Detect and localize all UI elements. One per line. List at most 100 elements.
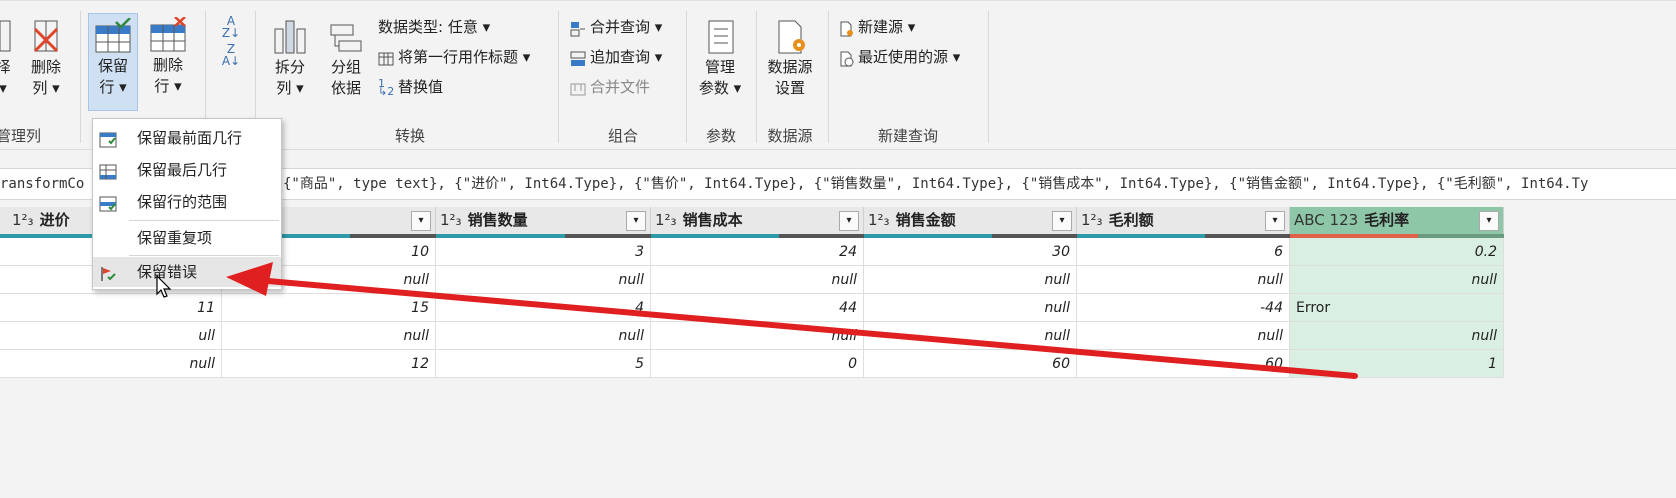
menu-item-keep-duplicates[interactable]: 保留重复项 bbox=[93, 223, 281, 253]
formula-prefix: ransformCo bbox=[0, 176, 85, 192]
remove-rows-arrow: 行 ▾ bbox=[154, 77, 182, 95]
merge-queries-button[interactable]: 合并查询 ▾ bbox=[570, 15, 662, 39]
choose-columns-label: 择 bbox=[0, 58, 11, 76]
table-cell[interactable]: null bbox=[222, 322, 436, 350]
remove-rows-button[interactable]: 删除 行 ▾ bbox=[146, 16, 190, 97]
replace-values-icon: 1 ↳2 bbox=[378, 76, 395, 98]
formula-text: {"商品", type text}, {"进价", Int64.Type}, {… bbox=[283, 176, 1589, 192]
column-filter-dropdown-icon[interactable]: ▾ bbox=[839, 211, 859, 231]
menu-item-keep-range-of-rows[interactable]: 保留行的范围 bbox=[93, 187, 281, 217]
manage-parameters-arrow: 参数 ▾ bbox=[698, 79, 742, 97]
keep-rows-menu: 保留最前面几行 保留最后几行 保留行的范围 保留重复项 保留错误 bbox=[92, 118, 282, 290]
ribbon-separator bbox=[686, 11, 687, 143]
table-cell[interactable]: null bbox=[1290, 266, 1504, 294]
table-cell[interactable]: null bbox=[864, 266, 1077, 294]
table-cell[interactable]: 0.2 bbox=[1290, 238, 1504, 266]
group-by-button[interactable]: 分组 依据 bbox=[324, 19, 368, 99]
column-type-icon[interactable]: 1²₃ bbox=[440, 211, 462, 229]
remove-columns-arrow: 列 ▾ bbox=[32, 79, 60, 97]
table-cell[interactable]: null bbox=[651, 322, 864, 350]
column-filter-dropdown-icon[interactable]: ▾ bbox=[1052, 211, 1072, 231]
table-cell[interactable]: null bbox=[436, 266, 651, 294]
table-cell[interactable]: 30 bbox=[864, 238, 1077, 266]
menu-item-keep-top-rows[interactable]: 保留最前面几行 bbox=[93, 123, 281, 153]
sort-descending-icon: Z A↓ bbox=[221, 42, 241, 68]
table-cell[interactable]: 3 bbox=[436, 238, 651, 266]
recent-sources-button[interactable]: 最近使用的源 ▾ bbox=[838, 45, 960, 69]
new-source-button[interactable]: 新建源 ▾ bbox=[838, 15, 915, 39]
data-source-settings-label-2: 设置 bbox=[774, 79, 805, 97]
group-label-combine: 组合 bbox=[607, 127, 638, 145]
column-filter-dropdown-icon[interactable]: ▾ bbox=[1265, 211, 1285, 231]
column-type-icon[interactable]: ABC 123 bbox=[1294, 211, 1358, 229]
split-column-icon bbox=[271, 19, 309, 55]
keep-rows-button[interactable]: 保留 行 ▾ bbox=[88, 13, 138, 111]
combine-files-button[interactable]: 合并文件 bbox=[570, 75, 650, 99]
table-cell[interactable]: null bbox=[864, 294, 1077, 322]
keep-top-rows-icon bbox=[99, 129, 117, 148]
group-by-label-2: 依据 bbox=[330, 79, 361, 97]
error-cell[interactable]: Error bbox=[1290, 294, 1504, 322]
manage-parameters-button[interactable]: 管理 参数 ▾ bbox=[694, 19, 746, 99]
column-filter-dropdown-icon[interactable]: ▾ bbox=[1479, 211, 1499, 231]
data-source-settings-button[interactable]: 数据源 设置 bbox=[762, 19, 818, 99]
ribbon-separator bbox=[558, 11, 559, 143]
data-source-settings-icon bbox=[771, 19, 809, 55]
column-type-icon[interactable]: 1²₃ bbox=[868, 211, 890, 229]
keep-errors-icon bbox=[99, 263, 117, 281]
group-label-data-source: 数据源 bbox=[767, 127, 813, 145]
combine-files-icon bbox=[570, 80, 586, 96]
table-cell[interactable]: 1 bbox=[1290, 350, 1504, 378]
column-header[interactable]: 1²₃ 销售数量 ▾ bbox=[436, 207, 651, 234]
table-cell[interactable]: 60 bbox=[864, 350, 1077, 378]
remove-columns-label: 删除 bbox=[30, 58, 61, 76]
table-cell[interactable]: 6 bbox=[1077, 238, 1290, 266]
table-cell[interactable]: 11 bbox=[0, 294, 222, 322]
table-cell[interactable]: 15 bbox=[222, 294, 436, 322]
column-header[interactable]: 1²₃ 毛利额 ▾ bbox=[1077, 207, 1290, 234]
column-header[interactable]: 1²₃ 销售成本 ▾ bbox=[651, 207, 864, 234]
column-filter-dropdown-icon[interactable]: ▾ bbox=[411, 211, 431, 231]
replace-values-button[interactable]: 1 ↳2 替换值 bbox=[378, 75, 443, 99]
keep-rows-icon bbox=[94, 17, 132, 54]
table-cell[interactable]: null bbox=[0, 350, 222, 378]
keep-bottom-rows-icon bbox=[99, 161, 117, 180]
menu-separator bbox=[129, 255, 279, 256]
column-name: 销售成本 bbox=[682, 211, 743, 229]
menu-item-keep-bottom-rows[interactable]: 保留最后几行 bbox=[93, 155, 281, 185]
column-header[interactable]: ABC 123 毛利率 ▾ bbox=[1290, 207, 1504, 234]
table-cell[interactable]: null bbox=[1290, 322, 1504, 350]
table-cell[interactable]: 44 bbox=[651, 294, 864, 322]
column-type-icon[interactable]: 1²₃ bbox=[655, 211, 677, 229]
table-cell[interactable]: null bbox=[436, 322, 651, 350]
table-cell[interactable]: 4 bbox=[436, 294, 651, 322]
keep-range-label: 保留行的范围 bbox=[137, 193, 228, 211]
table-cell[interactable]: -44 bbox=[1077, 294, 1290, 322]
sort-descending-button[interactable]: Z A↓ bbox=[218, 43, 244, 67]
menu-item-keep-errors[interactable]: 保留错误 bbox=[93, 257, 281, 287]
remove-rows-icon bbox=[149, 16, 187, 53]
sort-ascending-button[interactable]: A Z↓ bbox=[218, 15, 244, 39]
column-filter-dropdown-icon[interactable]: ▾ bbox=[626, 211, 646, 231]
table-cell[interactable]: ull bbox=[0, 322, 222, 350]
table-cell[interactable]: null bbox=[1077, 322, 1290, 350]
table-cell[interactable]: 24 bbox=[651, 238, 864, 266]
append-queries-button[interactable]: 追加查询 ▾ bbox=[570, 45, 662, 69]
table-cell[interactable]: 5 bbox=[436, 350, 651, 378]
data-type-dropdown[interactable]: 数据类型: 任意 ▾ bbox=[378, 15, 490, 39]
table-cell[interactable]: 12 bbox=[222, 350, 436, 378]
table-cell[interactable]: null bbox=[651, 266, 864, 294]
split-column-button[interactable]: 拆分 列 ▾ bbox=[268, 19, 312, 99]
merge-queries-icon bbox=[570, 20, 586, 36]
table-cell[interactable]: null bbox=[1077, 266, 1290, 294]
group-label-new-query: 新建查询 bbox=[877, 127, 938, 145]
table-cell[interactable]: null bbox=[864, 322, 1077, 350]
remove-columns-button[interactable]: 删除 列 ▾ bbox=[26, 19, 66, 99]
table-cell[interactable]: 60 bbox=[1077, 350, 1290, 378]
use-first-row-as-headers-button[interactable]: 将第一行用作标题 ▾ bbox=[378, 45, 530, 69]
column-type-icon[interactable]: 1²₃ bbox=[12, 211, 34, 229]
column-type-icon[interactable]: 1²₃ bbox=[1081, 211, 1103, 229]
table-cell[interactable]: 0 bbox=[651, 350, 864, 378]
column-header[interactable]: 1²₃ 销售金额 ▾ bbox=[864, 207, 1077, 234]
choose-columns-button[interactable]: 择 ▾ bbox=[0, 19, 14, 99]
